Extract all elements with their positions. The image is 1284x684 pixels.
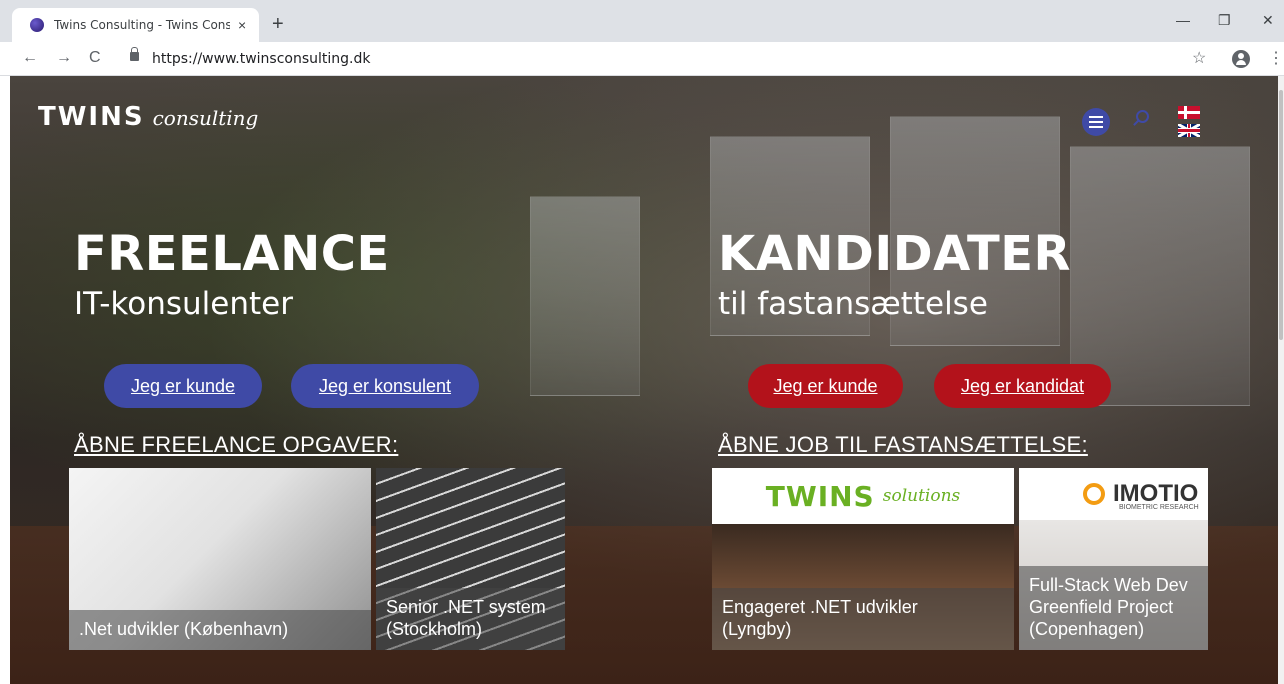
tab-title: Twins Consulting - Twins Consulti (54, 18, 230, 32)
job-card-label-line: Senior .NET system (386, 597, 546, 617)
company-logo-main: TWINS (765, 479, 875, 513)
candidates-heading: KANDIDATER (718, 226, 1071, 282)
background-window (530, 196, 640, 396)
restore-button[interactable]: ❐ (1218, 12, 1231, 29)
candidates-section-title[interactable]: ÅBNE JOB TIL FASTANSÆTTELSE: (718, 432, 1088, 458)
hamburger-menu-icon[interactable] (1082, 108, 1110, 136)
job-card-label-line: (Lyngby) (722, 619, 792, 639)
new-tab-button[interactable]: + (272, 14, 284, 34)
company-logo-sub: BIOMETRIC RESEARCH (1119, 504, 1199, 511)
browser-tab[interactable]: Twins Consulting - Twins Consulti × (12, 8, 259, 42)
job-card-label: Full-Stack Web Dev Greenfield Project (C… (1019, 566, 1208, 650)
permanent-job-card[interactable]: TWINS solutions Engageret .NET udvikler … (712, 468, 1014, 650)
freelance-heading: FREELANCE (74, 226, 390, 282)
logo-sub-text: consulting (152, 106, 259, 130)
job-card-label: .Net udvikler (København) (69, 610, 371, 650)
job-card-label-line: (Stockholm) (386, 619, 483, 639)
browser-chrome: Twins Consulting - Twins Consulti × + — … (0, 0, 1284, 76)
job-card-label-line: Engageret .NET udvikler (722, 597, 918, 617)
site-logo[interactable]: TWINS consulting (38, 102, 258, 132)
candidates-candidate-button[interactable]: Jeg er kandidat (934, 364, 1111, 408)
candidates-customer-button[interactable]: Jeg er kunde (748, 364, 903, 408)
imotions-ring-icon (1083, 483, 1105, 505)
browser-menu-icon[interactable]: ⋮ (1268, 48, 1284, 68)
danish-flag-icon[interactable] (1178, 106, 1200, 119)
lock-icon[interactable] (130, 47, 139, 61)
freelance-job-card[interactable]: Senior .NET system (Stockholm) (376, 468, 565, 650)
logo-main-text: TWINS (38, 102, 145, 132)
job-card-label: Engageret .NET udvikler (Lyngby) (712, 588, 1014, 650)
favicon-icon (30, 18, 44, 32)
forward-button[interactable]: → (56, 49, 72, 67)
hero-section: TWINS consulting FREELANCE IT-konsulente… (10, 76, 1278, 684)
window-close-button[interactable]: ✕ (1262, 12, 1274, 29)
address-bar[interactable]: https://www.twinsconsulting.dk (152, 51, 370, 67)
tab-strip: Twins Consulting - Twins Consulti × + — … (0, 0, 1284, 42)
job-card-label-line: Full-Stack Web Dev (1029, 575, 1188, 595)
freelance-section-title[interactable]: ÅBNE FREELANCE OPGAVER: (74, 432, 398, 458)
browser-toolbar: ← → C https://www.twinsconsulting.dk ☆ ⋮ (0, 42, 1284, 76)
job-card-label-line: (Copenhagen) (1029, 619, 1145, 639)
freelance-consultant-button[interactable]: Jeg er konsulent (291, 364, 479, 408)
company-logo: TWINS solutions (712, 468, 1014, 524)
bookmark-star-icon[interactable]: ☆ (1192, 48, 1206, 68)
uk-flag-icon[interactable] (1178, 124, 1200, 137)
job-card-label-line: Greenfield Project (1029, 597, 1174, 617)
account-icon[interactable] (1232, 50, 1250, 68)
freelance-subheading: IT-konsulenter (74, 286, 293, 322)
company-logo: IMOTIO (1019, 468, 1208, 520)
search-icon[interactable] (1136, 110, 1149, 123)
scrollbar-thumb[interactable] (1279, 90, 1283, 340)
tab-close-icon[interactable]: × (238, 17, 246, 33)
freelance-job-card[interactable]: .Net udvikler (København) (69, 468, 371, 650)
candidates-subheading: til fastansættelse (718, 286, 988, 322)
freelance-customer-button[interactable]: Jeg er kunde (104, 364, 262, 408)
minimize-button[interactable]: — (1176, 12, 1190, 28)
reload-button[interactable]: C (89, 49, 101, 67)
job-card-label: Senior .NET system (Stockholm) (376, 588, 565, 650)
permanent-job-card[interactable]: IMOTIO BIOMETRIC RESEARCH Full-Stack Web… (1019, 468, 1208, 650)
back-button[interactable]: ← (22, 49, 38, 67)
company-logo-sub: solutions (882, 486, 961, 506)
